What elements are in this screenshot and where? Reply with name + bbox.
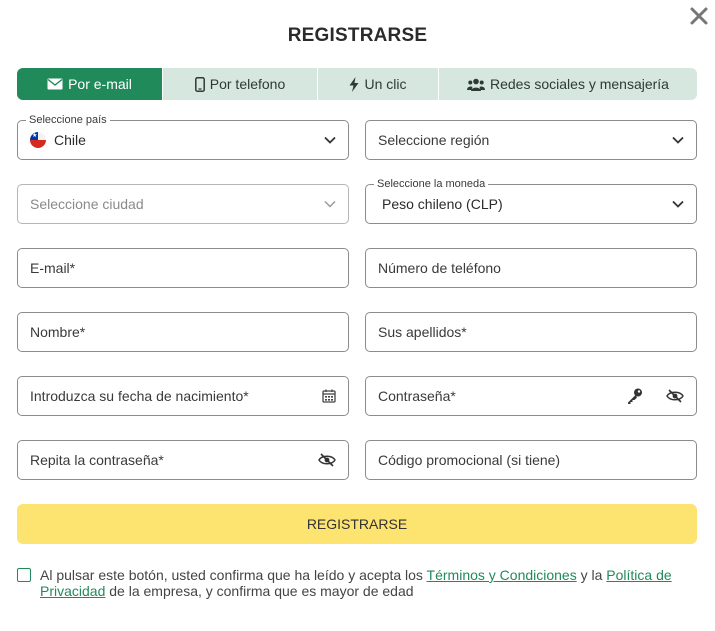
chevron-down-icon [324,200,336,208]
currency-value: Peso chileno (CLP) [382,196,503,212]
city-placeholder: Seleccione ciudad [30,196,144,212]
consent-checkbox[interactable] [17,568,31,582]
birthdate-placeholder: Introduzca su fecha de nacimiento* [30,388,249,404]
region-select[interactable]: Seleccione región [365,120,697,160]
region-placeholder: Seleccione región [378,132,490,148]
tab-one-click[interactable]: Un clic [318,68,439,100]
consent-text: Al pulsar este botón, usted confirma que… [40,567,687,599]
promo-code-field[interactable]: Código promocional (si tiene) [365,440,697,480]
lightning-icon [349,76,359,92]
terms-link[interactable]: Términos y Condiciones [427,567,577,583]
chile-flag-icon: ★ [30,132,46,148]
registration-tabs: Por e-mail Por telefono Un clic Redes so… [17,68,697,100]
tab-label: Redes sociales y mensajería [490,76,669,92]
chevron-down-icon [672,136,684,144]
phone-icon [194,76,205,92]
eye-slash-icon[interactable] [666,389,684,403]
tab-label: Un clic [364,76,407,92]
close-icon[interactable] [689,6,709,26]
chevron-down-icon [672,200,684,208]
email-field[interactable]: E-mail* [17,248,349,288]
calendar-icon[interactable] [322,389,336,403]
consent-prefix: Al pulsar este botón, usted confirma que… [40,567,427,583]
birthdate-field[interactable]: Introduzca su fecha de nacimiento* [17,376,349,416]
tab-label: Por telefono [209,76,286,92]
currency-legend: Seleccione la moneda [374,177,489,191]
tab-social[interactable]: Redes sociales y mensajería [439,68,697,100]
country-select[interactable]: Seleccione país ★ Chile [17,113,349,160]
users-icon [467,78,485,91]
password-repeat-placeholder: Repita la contraseña* [30,452,164,468]
phone-field[interactable]: Número de teléfono [365,248,697,288]
last-name-placeholder: Sus apellidos* [378,324,467,340]
city-select[interactable]: Seleccione ciudad [17,184,349,224]
consent-middle: y la [576,567,607,583]
consent-row: Al pulsar este botón, usted confirma que… [17,567,687,599]
eye-slash-icon[interactable] [318,453,336,467]
first-name-placeholder: Nombre* [30,324,86,340]
currency-select[interactable]: Seleccione la moneda Peso chileno (CLP) [365,177,697,224]
tab-label: Por e-mail [68,76,132,92]
chevron-down-icon [324,136,336,144]
register-button[interactable]: REGISTRARSE [17,504,697,544]
country-value: Chile [54,132,86,148]
phone-placeholder: Número de teléfono [378,260,501,276]
promo-code-placeholder: Código promocional (si tiene) [378,452,561,468]
email-placeholder: E-mail* [30,260,76,276]
envelope-icon [47,78,63,90]
tab-phone[interactable]: Por telefono [163,68,318,100]
first-name-field[interactable]: Nombre* [17,312,349,352]
consent-suffix: de la empresa, y confirma que es mayor d… [105,583,414,599]
page-title: REGISTRARSE [287,25,428,46]
country-legend: Seleccione país [26,113,110,127]
password-repeat-field[interactable]: Repita la contraseña* [17,440,349,480]
password-placeholder: Contraseña* [378,388,456,404]
password-field[interactable]: Contraseña* [365,376,697,416]
last-name-field[interactable]: Sus apellidos* [365,312,697,352]
tab-email[interactable]: Por e-mail [17,68,163,100]
key-icon[interactable] [626,387,644,405]
